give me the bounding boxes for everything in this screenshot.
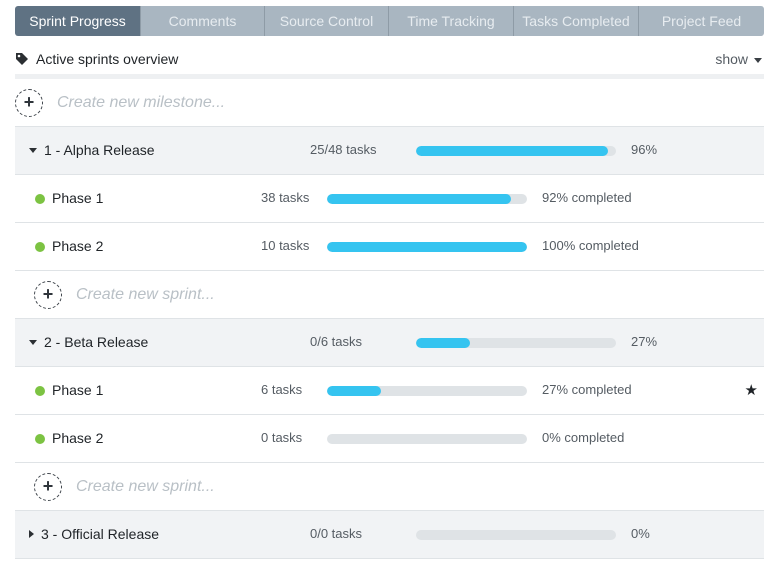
phase-task-count: 6 tasks [261,382,303,397]
release-row[interactable]: 1 - Alpha Release 25/48 tasks 96% [15,127,764,175]
phase-task-count: 38 tasks [261,190,310,205]
phase-row[interactable]: Phase 2 0 tasks 0% completed [15,415,764,463]
create-sprint-row: + Create new sprint... [15,271,764,319]
phase-percent: 27% completed [542,382,632,397]
create-sprint-input[interactable]: Create new sprint... [76,478,215,496]
section-header: Active sprints overview show [15,44,764,74]
show-dropdown[interactable]: show [715,51,762,67]
phase-row[interactable]: Phase 1 6 tasks 27% completed ★ [15,367,764,415]
phase-name: Phase 1 [52,382,104,398]
phase-percent: 0% completed [542,430,625,445]
release-progress-bar [416,146,616,156]
status-dot-icon [35,242,45,252]
progress-fill [327,386,381,396]
phase-row[interactable]: Phase 2 10 tasks 100% completed [15,223,764,271]
progress-fill [416,146,608,156]
plus-icon[interactable]: + [15,88,43,117]
show-label: show [715,51,748,67]
release-percent: 27% [631,334,658,349]
page-title: Active sprints overview [36,51,179,67]
phase-percent: 100% completed [542,238,639,253]
release-percent: 0% [631,526,650,541]
tab-comments[interactable]: Comments [141,6,265,36]
tab-project-feed[interactable]: Project Feed [639,6,764,36]
tab-tasks-completed[interactable]: Tasks Completed [514,6,639,36]
star-icon[interactable]: ★ [745,381,758,399]
release-row[interactable]: 2 - Beta Release 0/6 tasks 27% [15,319,764,367]
phase-percent: 92% completed [542,190,632,205]
create-sprint-input[interactable]: Create new sprint... [76,286,215,304]
status-dot-icon [35,386,45,396]
progress-fill [327,242,527,252]
phase-name: Phase 2 [52,430,104,446]
create-milestone-row: + Create new milestone... [15,79,764,127]
create-milestone-input[interactable]: Create new milestone... [57,94,225,112]
phase-task-count: 10 tasks [261,238,310,253]
tab-time-tracking[interactable]: Time Tracking [389,6,514,36]
release-progress-bar [416,530,616,540]
plus-icon[interactable]: + [34,472,62,501]
phase-progress-bar [327,194,527,204]
phase-progress-bar [327,386,527,396]
tab-sprint-progress[interactable]: Sprint Progress [15,6,141,36]
phase-name: Phase 2 [52,238,104,254]
plus-icon[interactable]: + [34,280,62,309]
phase-row[interactable]: Phase 1 38 tasks 92% completed [15,175,764,223]
release-task-count: 25/48 tasks [310,142,377,157]
tag-icon [16,53,28,65]
caret-down-icon[interactable] [29,148,37,153]
release-name: 2 - Beta Release [44,334,149,350]
phase-name: Phase 1 [52,190,104,206]
progress-fill [416,338,470,348]
tab-source-control[interactable]: Source Control [265,6,389,36]
release-name: 1 - Alpha Release [44,142,155,158]
release-progress-bar [416,338,616,348]
status-dot-icon [35,434,45,444]
chevron-down-icon [754,57,762,63]
release-task-count: 0/6 tasks [310,334,363,349]
release-task-count: 0/0 tasks [310,526,363,541]
create-sprint-row: + Create new sprint... [15,463,764,511]
status-dot-icon [35,194,45,204]
release-percent: 96% [631,142,658,157]
phase-progress-bar [327,434,527,444]
tab-bar: Sprint Progress Comments Source Control … [15,6,764,36]
phase-task-count: 0 tasks [261,430,303,445]
caret-right-icon[interactable] [29,530,34,538]
phase-progress-bar [327,242,527,252]
progress-fill [327,194,511,204]
release-name: 3 - Official Release [41,526,160,542]
release-row[interactable]: 3 - Official Release 0/0 tasks 0% [15,511,764,559]
caret-down-icon[interactable] [29,340,37,345]
